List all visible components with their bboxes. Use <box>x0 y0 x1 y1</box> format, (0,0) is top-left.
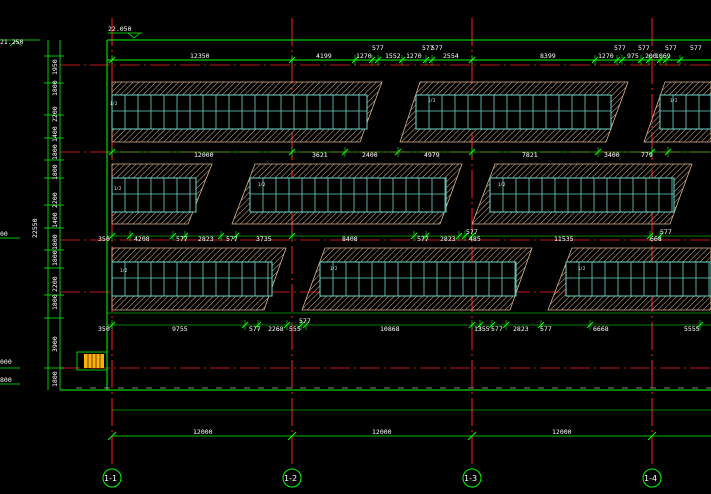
axis-bubble-2: 1-2 <box>284 474 297 483</box>
r3-dim-13: 668 <box>650 235 662 243</box>
left-dim-4: 1800 <box>51 144 59 160</box>
left-dim-12: 3900 <box>51 336 59 352</box>
left-dim-8: 1800 <box>51 234 59 250</box>
r4-dim-12: 5555 <box>684 325 700 333</box>
window-tag-3: 1/2 <box>670 98 678 103</box>
window-tag-4: 1/2 <box>114 186 122 191</box>
entrance-block <box>76 351 108 371</box>
r1-dim-7: 577 <box>431 44 443 52</box>
window-tag-6: 1/2 <box>498 182 506 187</box>
left-dim-3: 1400 <box>51 126 59 142</box>
overall-height-dim: 22550 <box>31 218 39 238</box>
left-dim-11: 1800 <box>51 294 59 310</box>
window-tag-1: 1/2 <box>110 101 118 106</box>
r3-dim-10: 485 <box>469 235 481 243</box>
elevation-left-low: 000 <box>0 358 12 366</box>
r1-dim-11: 1270 <box>598 52 614 60</box>
r3-dim-0: 350 <box>98 235 110 243</box>
r1-dim-13: 975 <box>627 52 639 60</box>
axis-bubbles: 1-1 1-2 1-3 1-4 <box>102 468 662 488</box>
r4-dim-1: 9755 <box>172 325 188 333</box>
r3-dim-2: 577 <box>176 235 188 243</box>
r1-dim-8: 2554 <box>443 52 459 60</box>
r3-dim-12: 577 <box>660 228 672 236</box>
r2-dim-6: 779 <box>641 151 653 159</box>
window-band-row-1 <box>111 81 711 143</box>
r3-dim-1: 4208 <box>134 235 150 243</box>
r1-dim-17: 577 <box>690 44 702 52</box>
axis-bubble-4: 1-4 <box>644 474 657 483</box>
r2-dim-3: 4979 <box>424 151 440 159</box>
window-band-row-3 <box>111 247 711 311</box>
cad-elevation-drawing: 22.050 21.250 00 000 800 22550 1950 1800… <box>0 18 711 488</box>
r4-dim-0: 350 <box>98 325 110 333</box>
left-dim-13: 1800 <box>51 371 59 387</box>
r3-dim-3: 2823 <box>198 235 214 243</box>
r1-dim-9: 8399 <box>540 52 556 60</box>
left-dim-9: 1800 <box>51 250 59 266</box>
elevation-left-mid: 00 <box>0 230 8 238</box>
window-tag-2: 1/2 <box>428 98 436 103</box>
r4-dim-3: 2268 <box>268 325 284 333</box>
r1-dim-12: 577 <box>638 44 650 52</box>
bay-dim-3: 12000 <box>552 428 572 436</box>
bay-dimension-chain: 12000 12000 12000 <box>107 409 711 441</box>
r4-dim-7: 1355 <box>474 325 490 333</box>
row-3-dims: 350 4208 577 2823 577 3735 8408 577 2823… <box>98 228 672 243</box>
r2-dim-2: 2400 <box>362 151 378 159</box>
left-dim-0: 1950 <box>51 59 59 75</box>
r4-dim-4: 577 <box>299 317 311 325</box>
r4-dim-8: 577 <box>491 325 503 333</box>
elevation-left-top: 21.250 <box>0 38 24 46</box>
bay-dim-1: 12000 <box>193 428 213 436</box>
r1-dim-0: 12350 <box>190 52 210 60</box>
left-dim-10: 2200 <box>51 276 59 292</box>
window-tag-5: 1/2 <box>258 182 266 187</box>
r2-dim-4: 7821 <box>522 151 538 159</box>
r4-dim-10: 577 <box>540 325 552 333</box>
r1-dim-14: 577 <box>665 44 677 52</box>
left-dim-6: 2200 <box>51 192 59 208</box>
r3-dim-8: 2823 <box>440 235 456 243</box>
r4-dim-11: 6668 <box>593 325 609 333</box>
r1-dim-5: 1552 <box>385 52 401 60</box>
r2-dim-0: 12000 <box>194 151 214 159</box>
elevation-left-bottom: 800 <box>0 376 12 384</box>
r3-dim-11: 11535 <box>554 235 574 243</box>
window-tag-8: 1/2 <box>330 266 338 271</box>
r2-dim-5: 3400 <box>604 151 620 159</box>
r1-dim-2: 577 <box>372 44 384 52</box>
axis-bubble-3: 1-3 <box>464 474 477 483</box>
r4-dim-2: 577 <box>249 325 261 333</box>
bay-dim-2: 12000 <box>372 428 392 436</box>
r3-dim-4: 577 <box>226 235 238 243</box>
r4-dim-9: 2823 <box>513 325 529 333</box>
r4-dim-5: 555 <box>289 325 301 333</box>
r1-dim-1: 4199 <box>316 52 332 60</box>
r1-dim-6: 1270 <box>406 52 422 60</box>
r3-dim-7: 577 <box>417 235 429 243</box>
r3-dim-5: 3735 <box>256 235 272 243</box>
r1-dim-3: 1270 <box>356 52 372 60</box>
left-dim-5: 1800 <box>51 164 59 180</box>
r1-dim-16: 1069 <box>655 52 671 60</box>
left-dim-2: 2200 <box>51 106 59 122</box>
left-dim-7: 1400 <box>51 212 59 228</box>
axis-bubble-1: 1-1 <box>104 474 117 483</box>
r1-dim-10: 577 <box>614 44 626 52</box>
r4-dim-6: 10868 <box>380 325 400 333</box>
window-tag-7: 1/2 <box>120 268 128 273</box>
elevation-top: 22.050 <box>108 25 132 33</box>
r2-dim-1: 3621 <box>312 151 328 159</box>
left-dim-labels: 1950 1800 2200 1400 1800 1800 2200 1400 … <box>51 59 59 387</box>
window-tag-9: 1/2 <box>578 266 586 271</box>
r3-dim-6: 8408 <box>342 235 358 243</box>
left-dim-1: 1800 <box>51 80 59 96</box>
